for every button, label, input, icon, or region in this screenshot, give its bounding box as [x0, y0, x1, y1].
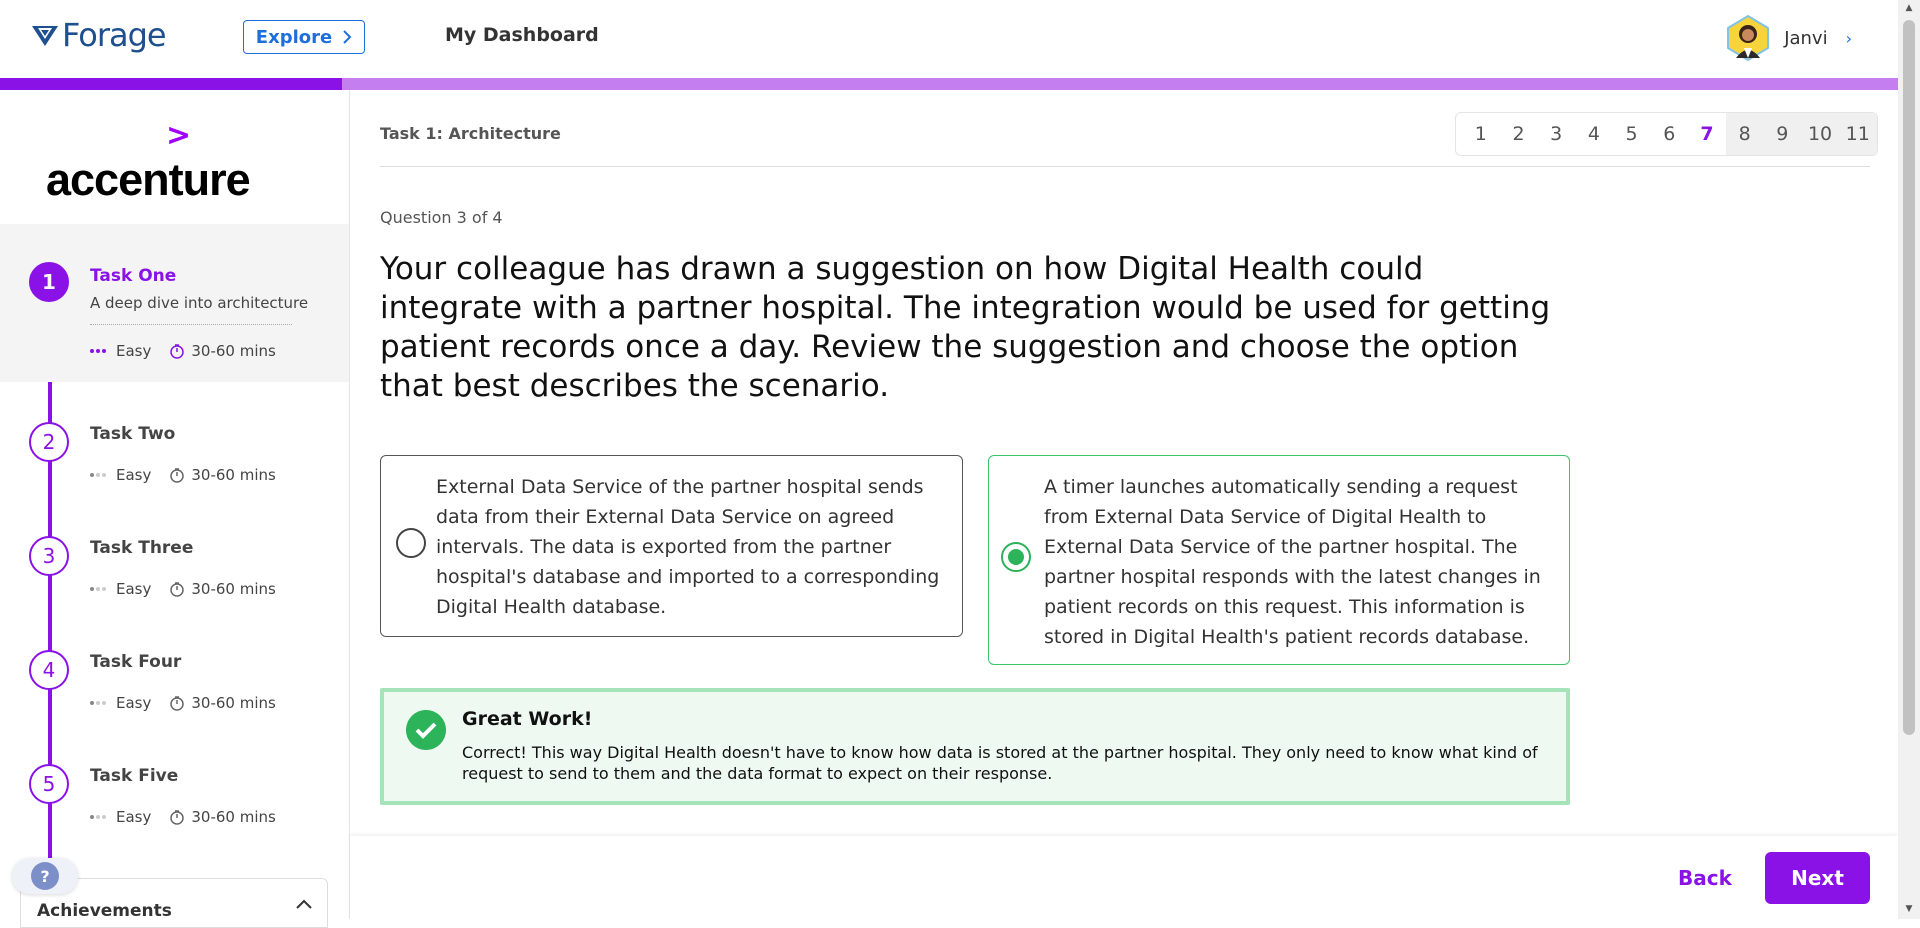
duration-label: 30-60 mins	[191, 580, 276, 598]
chevron-right-icon: ›	[1845, 28, 1852, 48]
achievements-label: Achievements	[37, 901, 172, 921]
task-sidebar: > accenture 1 Task One A deep dive into …	[0, 90, 350, 919]
brand-name: Forage	[62, 16, 167, 54]
page-number-9[interactable]: 9	[1763, 113, 1802, 155]
feedback-text: Correct! This way Digital Health doesn't…	[462, 743, 1538, 783]
task-header-title: Task 1: Architecture	[380, 124, 561, 143]
page-scrollbar[interactable]: ▲ ▼	[1898, 0, 1920, 919]
chevron-right-icon	[343, 30, 352, 44]
task-number-badge: 1	[29, 262, 69, 302]
timer-icon	[170, 810, 185, 825]
scroll-thumb[interactable]	[1903, 20, 1915, 735]
timer-icon	[170, 696, 185, 711]
sidebar-item-task-two[interactable]: 2 Task Two Easy 30-60 mins	[0, 402, 349, 502]
task-title: Task Three	[90, 538, 194, 558]
task-number-badge: 2	[29, 422, 69, 462]
difficulty-label: Easy	[116, 808, 152, 826]
divider	[90, 324, 292, 325]
sidebar-item-task-five[interactable]: 5 Task Five Easy 30-60 mins	[0, 744, 349, 844]
timer-icon	[170, 344, 185, 359]
feedback-panel: Great Work! Correct! This way Digital He…	[380, 688, 1570, 805]
timer-icon	[170, 582, 185, 597]
question-counter: Question 3 of 4	[380, 208, 503, 227]
course-progress-bar	[0, 78, 1898, 90]
task-meta: Easy 30-60 mins	[90, 808, 276, 826]
task-title: Task Five	[90, 766, 179, 786]
page-number-3[interactable]: 3	[1537, 113, 1575, 155]
task-description: A deep dive into architecture	[90, 294, 309, 312]
divider	[380, 166, 1870, 167]
task-number-badge: 3	[29, 536, 69, 576]
question-text: Your colleague has drawn a suggestion on…	[380, 251, 1551, 404]
page-number-8[interactable]: 8	[1725, 113, 1764, 155]
page-number-5[interactable]: 5	[1613, 113, 1651, 155]
task-meta: Easy 30-60 mins	[90, 342, 276, 360]
page-number-11[interactable]: 11	[1838, 113, 1877, 155]
user-name: Janvi	[1784, 27, 1828, 49]
explore-button[interactable]: Explore	[243, 20, 365, 54]
difficulty-label: Easy	[116, 466, 152, 484]
task-number-badge: 4	[29, 650, 69, 690]
duration-label: 30-60 mins	[191, 466, 276, 484]
feedback-title: Great Work!	[462, 708, 593, 730]
task-meta: Easy 30-60 mins	[90, 466, 276, 484]
difficulty-dots-icon	[90, 587, 106, 591]
forage-logo-icon	[32, 26, 58, 46]
page-number-4[interactable]: 4	[1575, 113, 1613, 155]
duration-label: 30-60 mins	[191, 694, 276, 712]
difficulty-label: Easy	[116, 342, 152, 360]
top-navbar: Forage Explore My Dashboard Janvi ›	[0, 0, 1898, 77]
radio-button[interactable]	[396, 528, 426, 558]
step-pager: 1 2 3 4 5 6 7 8 9 10 11	[1455, 112, 1878, 156]
scroll-down-arrow-icon[interactable]: ▼	[1903, 904, 1915, 916]
task-title: Task Two	[90, 424, 176, 444]
difficulty-label: Easy	[116, 694, 152, 712]
sidebar-item-task-one[interactable]: 1 Task One A deep dive into architecture…	[0, 224, 349, 382]
page-number-7[interactable]: 7	[1688, 113, 1726, 155]
difficulty-label: Easy	[116, 580, 152, 598]
my-dashboard-link[interactable]: My Dashboard	[445, 24, 599, 46]
duration-label: 30-60 mins	[191, 342, 276, 360]
sidebar-item-task-four[interactable]: 4 Task Four Easy 30-60 mins	[0, 630, 349, 730]
task-title: Task One	[90, 266, 177, 286]
page-number-6[interactable]: 6	[1650, 113, 1688, 155]
difficulty-dots-icon	[90, 701, 106, 705]
task-meta: Easy 30-60 mins	[90, 694, 276, 712]
timer-icon	[170, 468, 185, 483]
answer-option-text: A timer launches automatically sending a…	[1044, 476, 1541, 648]
check-circle-icon	[406, 710, 446, 750]
radio-button-selected[interactable]	[1001, 542, 1031, 572]
page-number-10[interactable]: 10	[1801, 113, 1839, 155]
chevron-up-icon	[296, 899, 312, 909]
page-number-2[interactable]: 2	[1500, 113, 1538, 155]
answer-option-2[interactable]: A timer launches automatically sending a…	[988, 455, 1570, 665]
duration-label: 30-60 mins	[191, 808, 276, 826]
answer-option-text: External Data Service of the partner hos…	[436, 476, 940, 618]
explore-label: Explore	[255, 26, 333, 48]
help-icon: ?	[31, 862, 59, 890]
help-button[interactable]: ?	[12, 858, 78, 894]
forage-logo[interactable]: Forage	[30, 16, 167, 54]
sidebar-item-task-three[interactable]: 3 Task Three Easy 30-60 mins	[0, 516, 349, 616]
avatar	[1727, 14, 1770, 62]
back-button[interactable]: Back	[1660, 852, 1750, 904]
difficulty-dots-icon	[90, 815, 106, 819]
footer-nav: Back Next	[350, 836, 1898, 919]
task-meta: Easy 30-60 mins	[90, 580, 276, 598]
difficulty-dots-icon	[90, 473, 106, 477]
next-button[interactable]: Next	[1765, 852, 1870, 904]
task-title: Task Four	[90, 652, 182, 672]
page-number-1[interactable]: 1	[1462, 113, 1500, 155]
radio-dot	[1008, 549, 1024, 565]
progress-fill	[0, 78, 342, 90]
accenture-arrow-icon: >	[166, 118, 192, 153]
user-menu[interactable]: Janvi ›	[1724, 14, 1852, 62]
task-number-badge: 5	[29, 764, 69, 804]
company-name: accenture	[46, 154, 251, 205]
answer-option-1[interactable]: External Data Service of the partner hos…	[380, 455, 963, 637]
difficulty-dots-icon	[90, 349, 106, 353]
scroll-up-arrow-icon[interactable]: ▲	[1903, 3, 1915, 15]
